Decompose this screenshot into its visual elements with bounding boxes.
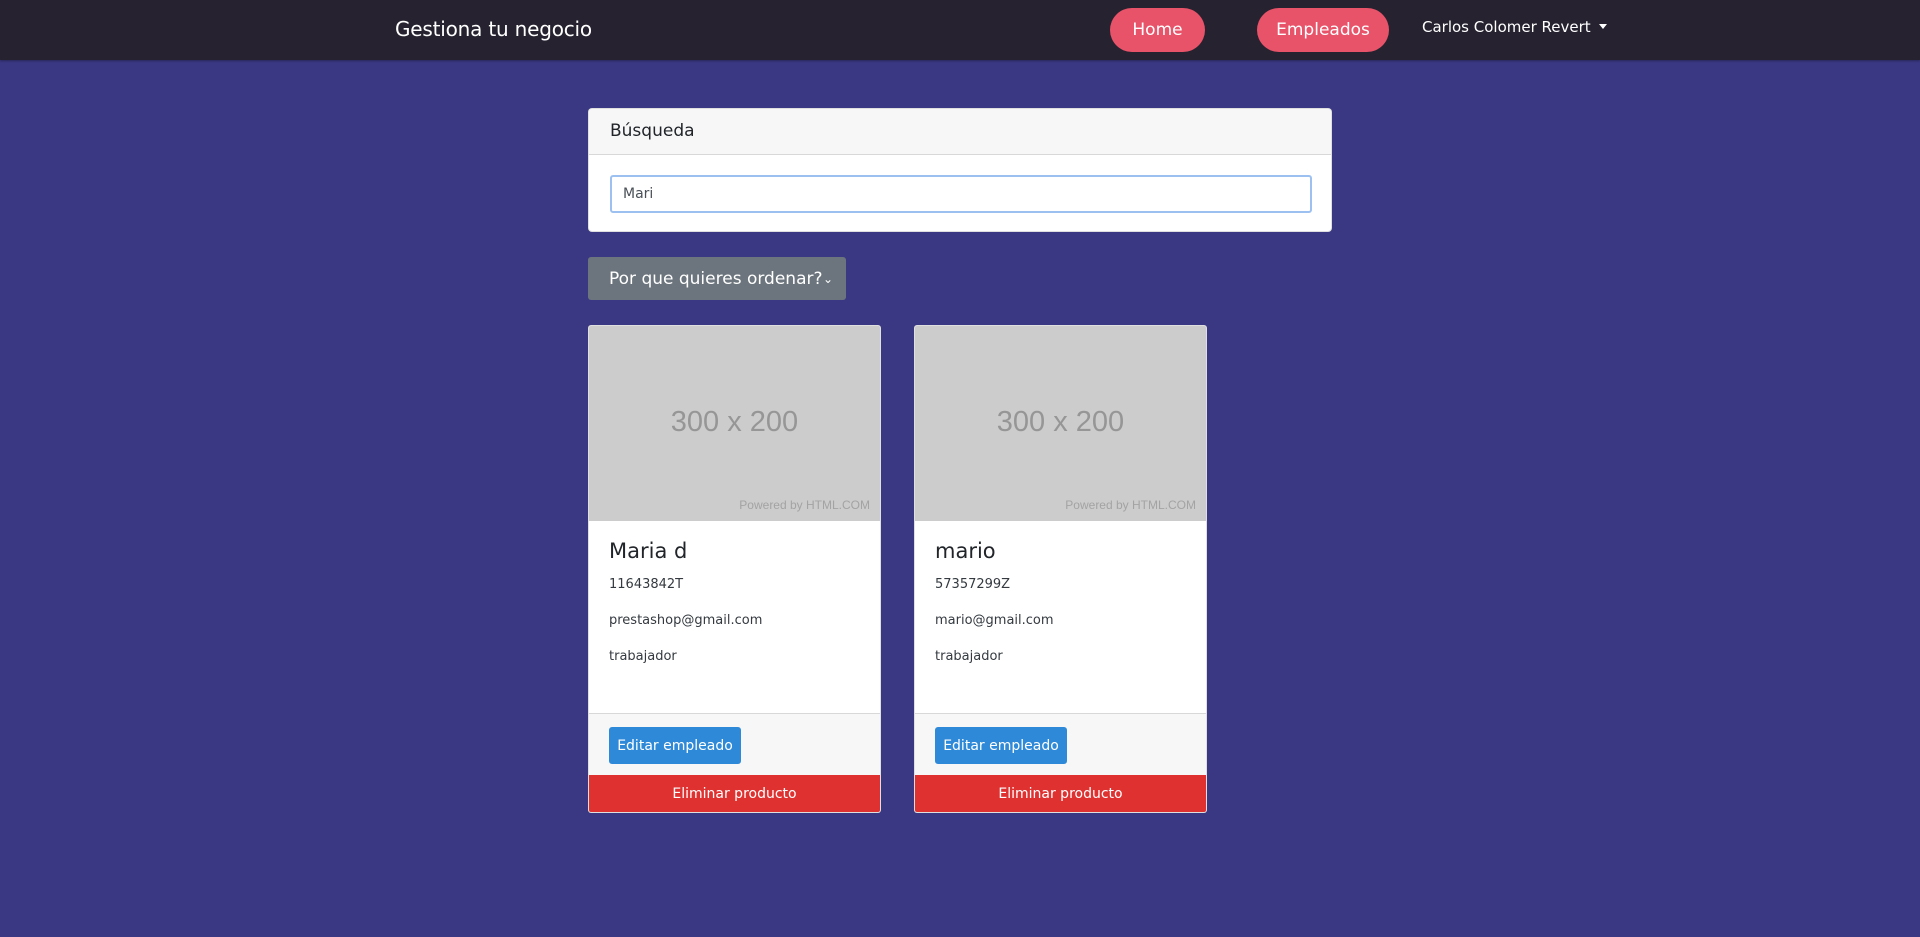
placeholder-image: 300 x 200 Powered by HTML.COM — [915, 326, 1206, 521]
placeholder-powered-text: Powered by HTML.COM — [739, 498, 870, 512]
employee-dni: 11643842T — [609, 577, 684, 592]
nav-empleados-button[interactable]: Empleados — [1257, 8, 1389, 52]
employee-card: 300 x 200 Powered by HTML.COM Maria d 11… — [588, 325, 881, 813]
search-card-title: Búsqueda — [589, 109, 1331, 155]
placeholder-size-text: 300 x 200 — [670, 406, 799, 438]
caret-down-icon — [1598, 23, 1607, 29]
edit-employee-button[interactable]: Editar empleado — [935, 727, 1067, 764]
employee-name: Maria d — [609, 539, 688, 563]
employee-role: trabajador — [609, 649, 677, 664]
user-menu-dropdown[interactable]: Carlos Colomer Revert — [1422, 18, 1607, 36]
placeholder-powered-text: Powered by HTML.COM — [1065, 498, 1196, 512]
employee-card: 300 x 200 Powered by HTML.COM mario 5735… — [914, 325, 1207, 813]
user-name: Carlos Colomer Revert — [1422, 18, 1591, 36]
card-footer: Editar empleado — [915, 713, 1206, 775]
search-card: Búsqueda — [588, 108, 1332, 232]
delete-product-button[interactable]: Eliminar producto — [589, 775, 880, 812]
employee-name: mario — [935, 539, 996, 563]
card-footer: Editar empleado — [589, 713, 880, 775]
employee-email: prestashop@gmail.com — [609, 613, 763, 628]
employee-dni: 57357299Z — [935, 577, 1011, 592]
placeholder-image: 300 x 200 Powered by HTML.COM — [589, 326, 880, 521]
card-body: Maria d 11643842T prestashop@gmail.com t… — [609, 539, 860, 685]
employee-role: trabajador — [935, 649, 1003, 664]
sort-select[interactable]: Por que quieres ordenar? ⌄ — [588, 257, 846, 300]
placeholder-size-text: 300 x 200 — [996, 406, 1125, 438]
sort-select-label: Por que quieres ordenar? — [609, 268, 823, 289]
nav-home-button[interactable]: Home — [1110, 8, 1205, 52]
card-body: mario 57357299Z mario@gmail.com trabajad… — [935, 539, 1186, 685]
edit-employee-button[interactable]: Editar empleado — [609, 727, 741, 764]
search-input[interactable] — [610, 175, 1312, 213]
brand-title[interactable]: Gestiona tu negocio — [395, 17, 592, 41]
employee-email: mario@gmail.com — [935, 613, 1054, 628]
top-navbar: Gestiona tu negocio Home Empleados Carlo… — [0, 0, 1920, 60]
delete-product-button[interactable]: Eliminar producto — [915, 775, 1206, 812]
chevron-down-icon: ⌄ — [822, 271, 833, 286]
